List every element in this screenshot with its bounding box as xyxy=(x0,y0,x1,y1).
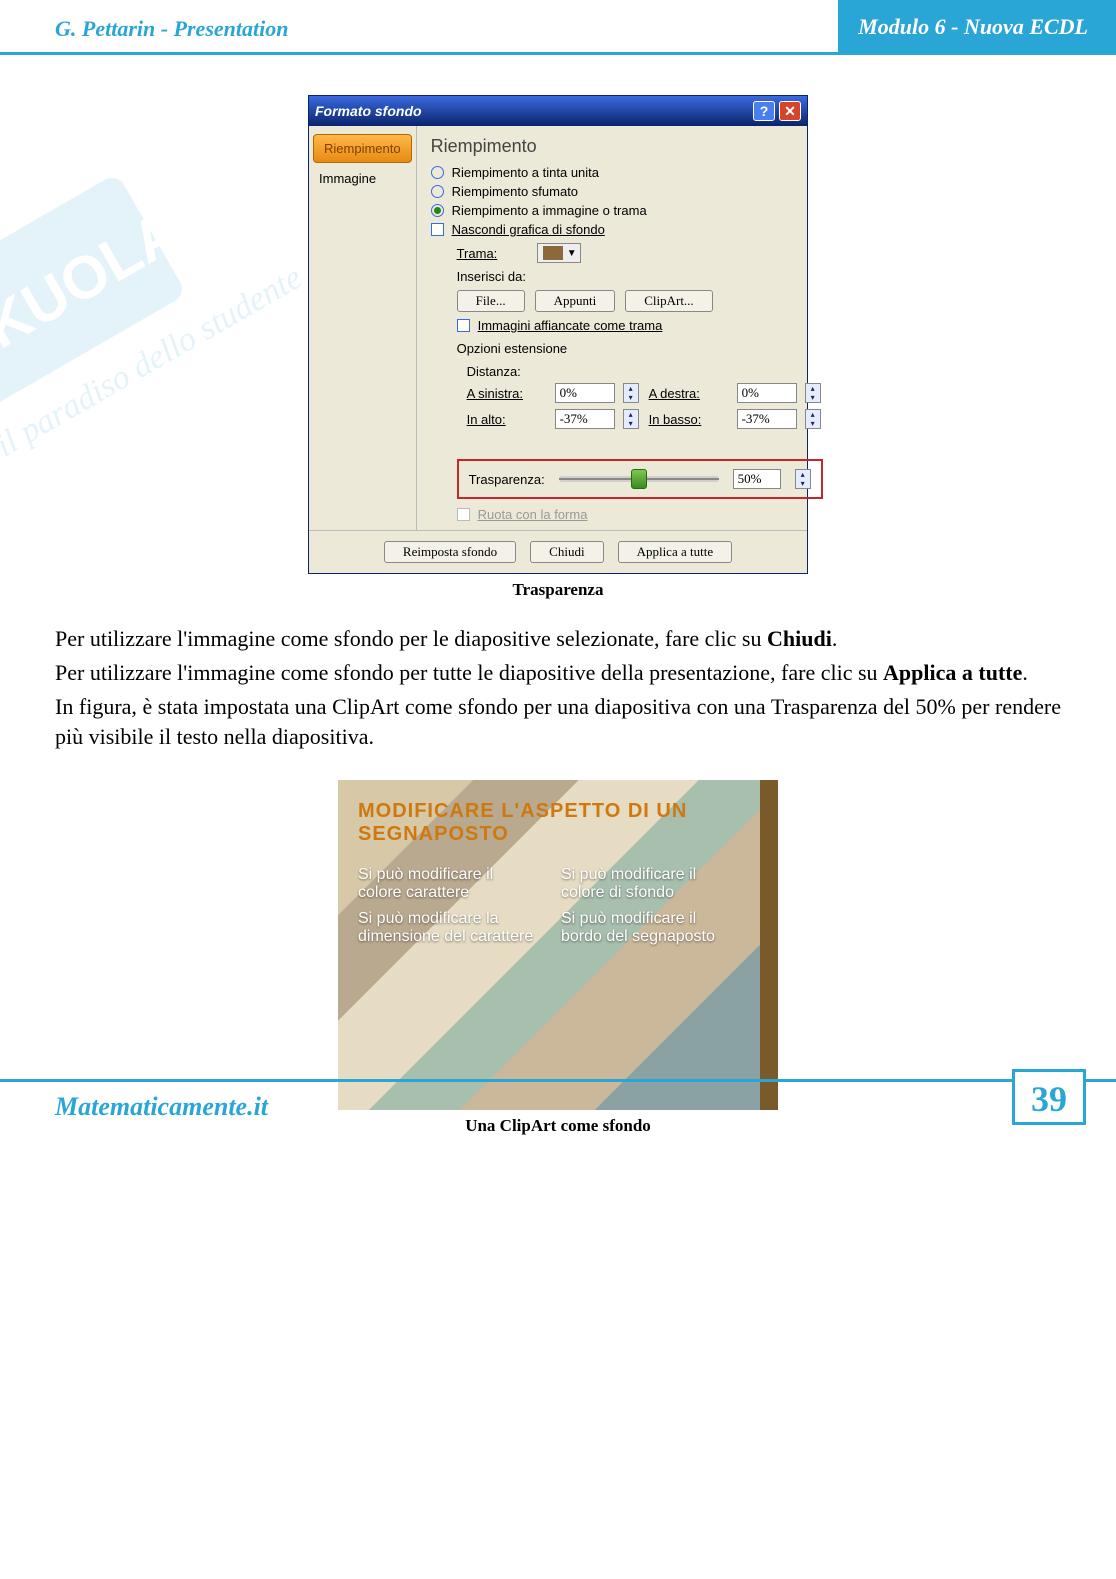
inp-trasparenza[interactable]: 50% xyxy=(733,469,781,489)
slide-preview: MODIFICARE L'ASPETTO DI UN SEGNAPOSTO Si… xyxy=(338,780,778,1110)
page-number: 39 xyxy=(1012,1069,1086,1125)
slide-col-2: Si può modificare il colore di sfondo Si… xyxy=(561,858,740,954)
opt-gradient-label: Riempimento sfumato xyxy=(452,184,578,199)
spin-destra[interactable]: ▴▾ xyxy=(805,383,821,403)
inp-destra[interactable]: 0% xyxy=(737,383,797,403)
page-footer: Matematicamente.it 39 xyxy=(0,1079,1116,1136)
chk-hide-bg[interactable] xyxy=(431,223,444,236)
btn-chiudi[interactable]: Chiudi xyxy=(530,541,603,563)
lbl-basso: In basso: xyxy=(649,412,729,427)
header-right: Modulo 6 - Nuova ECDL xyxy=(838,0,1116,52)
combo-trama[interactable]: ▼ xyxy=(537,243,581,263)
slider-trasparenza[interactable] xyxy=(559,476,719,482)
dialog-title: Formato sfondo xyxy=(315,103,749,119)
tab-riempimento[interactable]: Riempimento xyxy=(313,134,412,163)
slide-title: MODIFICARE L'ASPETTO DI UN SEGNAPOSTO xyxy=(338,780,760,850)
btn-appunti[interactable]: Appunti xyxy=(535,290,616,312)
caption-fig1: Trasparenza xyxy=(55,580,1061,600)
lbl-tile: Immagini affiancate come trama xyxy=(478,318,663,333)
help-icon[interactable]: ? xyxy=(753,101,775,121)
inp-sinistra[interactable]: 0% xyxy=(555,383,615,403)
lbl-trasparenza: Trasparenza: xyxy=(469,472,545,487)
dialog-titlebar: Formato sfondo ? ✕ xyxy=(309,96,807,126)
radio-gradient[interactable] xyxy=(431,185,444,198)
lbl-alto: In alto: xyxy=(467,412,547,427)
lbl-destra: A destra: xyxy=(649,386,729,401)
lbl-opzioni: Opzioni estensione xyxy=(457,341,823,356)
footer-site: Matematicamente.it xyxy=(55,1082,1012,1122)
para-1: Per utilizzare l'immagine come sfondo pe… xyxy=(55,624,1061,654)
header-left: G. Pettarin - Presentation xyxy=(55,0,838,52)
lbl-inserisci-da: Inserisci da: xyxy=(457,269,526,284)
page-header: G. Pettarin - Presentation Modulo 6 - Nu… xyxy=(0,0,1116,55)
spin-sinistra[interactable]: ▴▾ xyxy=(623,383,639,403)
btn-file[interactable]: File... xyxy=(457,290,525,312)
btn-clipart[interactable]: ClipArt... xyxy=(625,290,712,312)
panel-title: Riempimento xyxy=(431,136,823,157)
btn-applica-tutte[interactable]: Applica a tutte xyxy=(618,541,733,563)
close-icon[interactable]: ✕ xyxy=(779,101,801,121)
para-3: In figura, è stata impostata una ClipArt… xyxy=(55,692,1061,752)
lbl-sinistra: A sinistra: xyxy=(467,386,547,401)
radio-picture[interactable] xyxy=(431,204,444,217)
opt-solid-label: Riempimento a tinta unita xyxy=(452,165,599,180)
lbl-trama: Trama: xyxy=(457,246,527,261)
spin-basso[interactable]: ▴▾ xyxy=(805,409,821,429)
opt-hidebg-label: Nascondi grafica di sfondo xyxy=(452,222,605,237)
chk-ruota xyxy=(457,508,470,521)
formato-sfondo-dialog: Formato sfondo ? ✕ Riempimento Immagine … xyxy=(308,95,808,574)
para-2: Per utilizzare l'immagine come sfondo pe… xyxy=(55,658,1061,688)
tab-immagine[interactable]: Immagine xyxy=(309,165,416,192)
inp-alto[interactable]: -37% xyxy=(555,409,615,429)
spin-alto[interactable]: ▴▾ xyxy=(623,409,639,429)
radio-solid[interactable] xyxy=(431,166,444,179)
opt-picture-label: Riempimento a immagine o trama xyxy=(452,203,647,218)
lbl-distanza: Distanza: xyxy=(467,364,823,379)
slide-col-1: Si può modificare il colore carattere Si… xyxy=(358,858,537,954)
chk-tile[interactable] xyxy=(457,319,470,332)
spin-trasparenza[interactable]: ▴▾ xyxy=(795,469,811,489)
btn-reimposta[interactable]: Reimposta sfondo xyxy=(384,541,516,563)
dialog-sidebar: Riempimento Immagine xyxy=(309,126,417,530)
inp-basso[interactable]: -37% xyxy=(737,409,797,429)
lbl-ruota: Ruota con la forma xyxy=(478,507,588,522)
trasparenza-highlight: Trasparenza: 50% ▴▾ xyxy=(457,459,823,499)
